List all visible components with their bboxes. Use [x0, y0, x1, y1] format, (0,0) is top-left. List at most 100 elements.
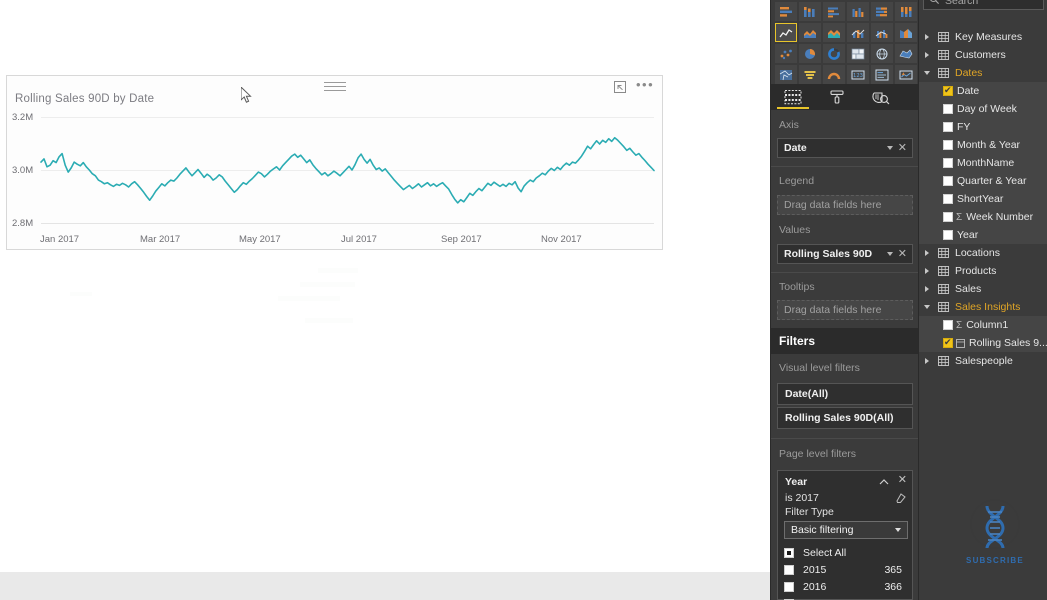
- checkbox-checked[interactable]: [943, 84, 953, 96]
- fields-table-dates[interactable]: Dates: [919, 64, 1047, 82]
- filter-item-2017[interactable]: 2017 364: [784, 596, 908, 600]
- fields-item-day-of-week[interactable]: Day of Week: [919, 100, 1047, 118]
- checkbox-unchecked[interactable]: [784, 564, 794, 575]
- chevron-right-icon[interactable]: [919, 286, 935, 292]
- checkbox-unchecked[interactable]: [943, 122, 953, 132]
- checkbox-unchecked[interactable]: [943, 320, 953, 330]
- checkbox-unchecked[interactable]: [943, 176, 953, 186]
- fields-table-salespeople[interactable]: Salespeople: [919, 352, 1047, 370]
- checkbox-unchecked[interactable]: [943, 230, 953, 240]
- fields-table-sales-insights[interactable]: Sales Insights: [919, 298, 1047, 316]
- fields-item-monthname[interactable]: MonthName: [919, 154, 1047, 172]
- shape-map-icon[interactable]: [775, 65, 797, 84]
- analytics-tab[interactable]: [859, 84, 903, 110]
- chevron-down-icon[interactable]: [887, 146, 893, 150]
- funnel-icon[interactable]: [799, 65, 821, 84]
- format-tab[interactable]: [815, 84, 859, 110]
- chevron-right-icon[interactable]: [919, 358, 935, 364]
- checkbox-unchecked[interactable]: [943, 212, 953, 222]
- chevron-right-icon[interactable]: [919, 52, 935, 58]
- ribbon-chart-icon[interactable]: [895, 23, 917, 42]
- chevron-right-icon[interactable]: [919, 250, 935, 256]
- fields-item-column1[interactable]: Σ Column1: [919, 316, 1047, 334]
- page-level-filters-label: Page level filters: [779, 448, 857, 460]
- fields-item-fy[interactable]: FY: [919, 118, 1047, 136]
- chevron-down-icon[interactable]: [919, 305, 935, 309]
- fields-item-quarter-year[interactable]: Quarter & Year: [919, 172, 1047, 190]
- well-legend-dropzone[interactable]: Drag data fields here: [777, 195, 913, 215]
- fields-table-customers[interactable]: Customers: [919, 46, 1047, 64]
- close-icon[interactable]: ✕: [898, 473, 907, 486]
- fields-table-key-measures[interactable]: Key Measures: [919, 28, 1047, 46]
- line-chart-visual[interactable]: ••• Rolling Sales 90D by Date 3.2M 3.0M …: [6, 75, 663, 250]
- donut-chart-icon[interactable]: [823, 44, 845, 63]
- pie-chart-icon[interactable]: [799, 44, 821, 63]
- filter-item-2015[interactable]: 2015 365: [784, 562, 908, 577]
- checkbox-partial[interactable]: [784, 547, 794, 558]
- fields-item-shortyear[interactable]: ShortYear: [919, 190, 1047, 208]
- focus-mode-icon[interactable]: [613, 80, 627, 94]
- filter-item-select-all[interactable]: Select All: [784, 545, 908, 560]
- remove-field-icon[interactable]: ✕: [898, 248, 907, 261]
- checkbox-unchecked[interactable]: [943, 158, 953, 168]
- fields-table-sales[interactable]: Sales: [919, 280, 1047, 298]
- remove-field-icon[interactable]: ✕: [898, 142, 907, 155]
- line-and-clustered-column-chart-icon[interactable]: [871, 23, 893, 42]
- visual-more-options-icon[interactable]: •••: [636, 78, 654, 94]
- power-bi-desktop-window: ••• Rolling Sales 90D by Date 3.2M 3.0M …: [0, 0, 1047, 600]
- stacked-column-chart-icon[interactable]: [799, 2, 821, 21]
- fields-table-products[interactable]: Products: [919, 262, 1047, 280]
- visual-drag-handle[interactable]: [323, 82, 346, 91]
- kpi-icon[interactable]: ▲: [895, 65, 917, 84]
- fields-item-year[interactable]: Year: [919, 226, 1047, 244]
- stacked-area-chart-icon[interactable]: [823, 23, 845, 42]
- checkbox-checked[interactable]: [943, 336, 953, 348]
- chevron-down-icon[interactable]: [919, 71, 935, 75]
- checkbox-unchecked[interactable]: [943, 104, 953, 114]
- checkbox-unchecked[interactable]: [784, 581, 794, 592]
- filter-item-2016[interactable]: 2016 366: [784, 579, 908, 594]
- chevron-down-icon[interactable]: [887, 252, 893, 256]
- year-filter-card[interactable]: Year ✕ is 2017 Filter Type Basic filteri…: [777, 470, 913, 600]
- fields-item-date[interactable]: Date: [919, 82, 1047, 100]
- treemap-icon[interactable]: [847, 44, 869, 63]
- 100-stacked-column-chart-icon[interactable]: [895, 2, 917, 21]
- scatter-chart-icon[interactable]: [775, 44, 797, 63]
- sigma-aggregate-icon: Σ: [956, 211, 963, 223]
- checkbox-unchecked[interactable]: [943, 194, 953, 204]
- fields-item-rolling-sales-9-[interactable]: Rolling Sales 9...: [919, 334, 1047, 352]
- map-icon[interactable]: [871, 44, 893, 63]
- clustered-column-chart-icon[interactable]: [847, 2, 869, 21]
- 100-stacked-bar-chart-icon[interactable]: [871, 2, 893, 21]
- filter-type-dropdown[interactable]: Basic filtering: [784, 521, 908, 539]
- clustered-bar-chart-icon[interactable]: [823, 2, 845, 21]
- search-input[interactable]: Search: [923, 0, 1044, 10]
- card-icon[interactable]: 123: [847, 65, 869, 84]
- checkbox-unchecked[interactable]: [943, 140, 953, 150]
- fields-table-locations[interactable]: Locations: [919, 244, 1047, 262]
- fields-item-month-year[interactable]: Month & Year: [919, 136, 1047, 154]
- chevron-up-icon[interactable]: [878, 475, 890, 487]
- multi-row-card-icon[interactable]: [871, 65, 893, 84]
- filter-card-rolling-sales[interactable]: Rolling Sales 90D(All): [777, 407, 913, 429]
- line-and-stacked-column-chart-icon[interactable]: [847, 23, 869, 42]
- chevron-right-icon[interactable]: [919, 268, 935, 274]
- fields-item-week-number[interactable]: Σ Week Number: [919, 208, 1047, 226]
- ghost-artifact: [305, 318, 353, 323]
- filter-type-value: Basic filtering: [791, 524, 854, 536]
- line-chart-icon[interactable]: [775, 23, 797, 42]
- fields-tab[interactable]: [771, 84, 815, 110]
- viz-pane-tabs[interactable]: [771, 84, 919, 110]
- clear-filter-icon[interactable]: [894, 491, 906, 503]
- chevron-right-icon[interactable]: [919, 34, 935, 40]
- report-canvas[interactable]: ••• Rolling Sales 90D by Date 3.2M 3.0M …: [0, 0, 770, 600]
- filter-card-date[interactable]: Date(All): [777, 383, 913, 405]
- stacked-bar-chart-icon[interactable]: [775, 2, 797, 21]
- well-axis-field[interactable]: Date ✕: [777, 138, 913, 158]
- filled-map-icon[interactable]: [895, 44, 917, 63]
- well-tooltips-dropzone[interactable]: Drag data fields here: [777, 300, 913, 320]
- table-icon: [935, 356, 951, 366]
- gauge-icon[interactable]: [823, 65, 845, 84]
- area-chart-icon[interactable]: [799, 23, 821, 42]
- well-values-field[interactable]: Rolling Sales 90D ✕: [777, 244, 913, 264]
